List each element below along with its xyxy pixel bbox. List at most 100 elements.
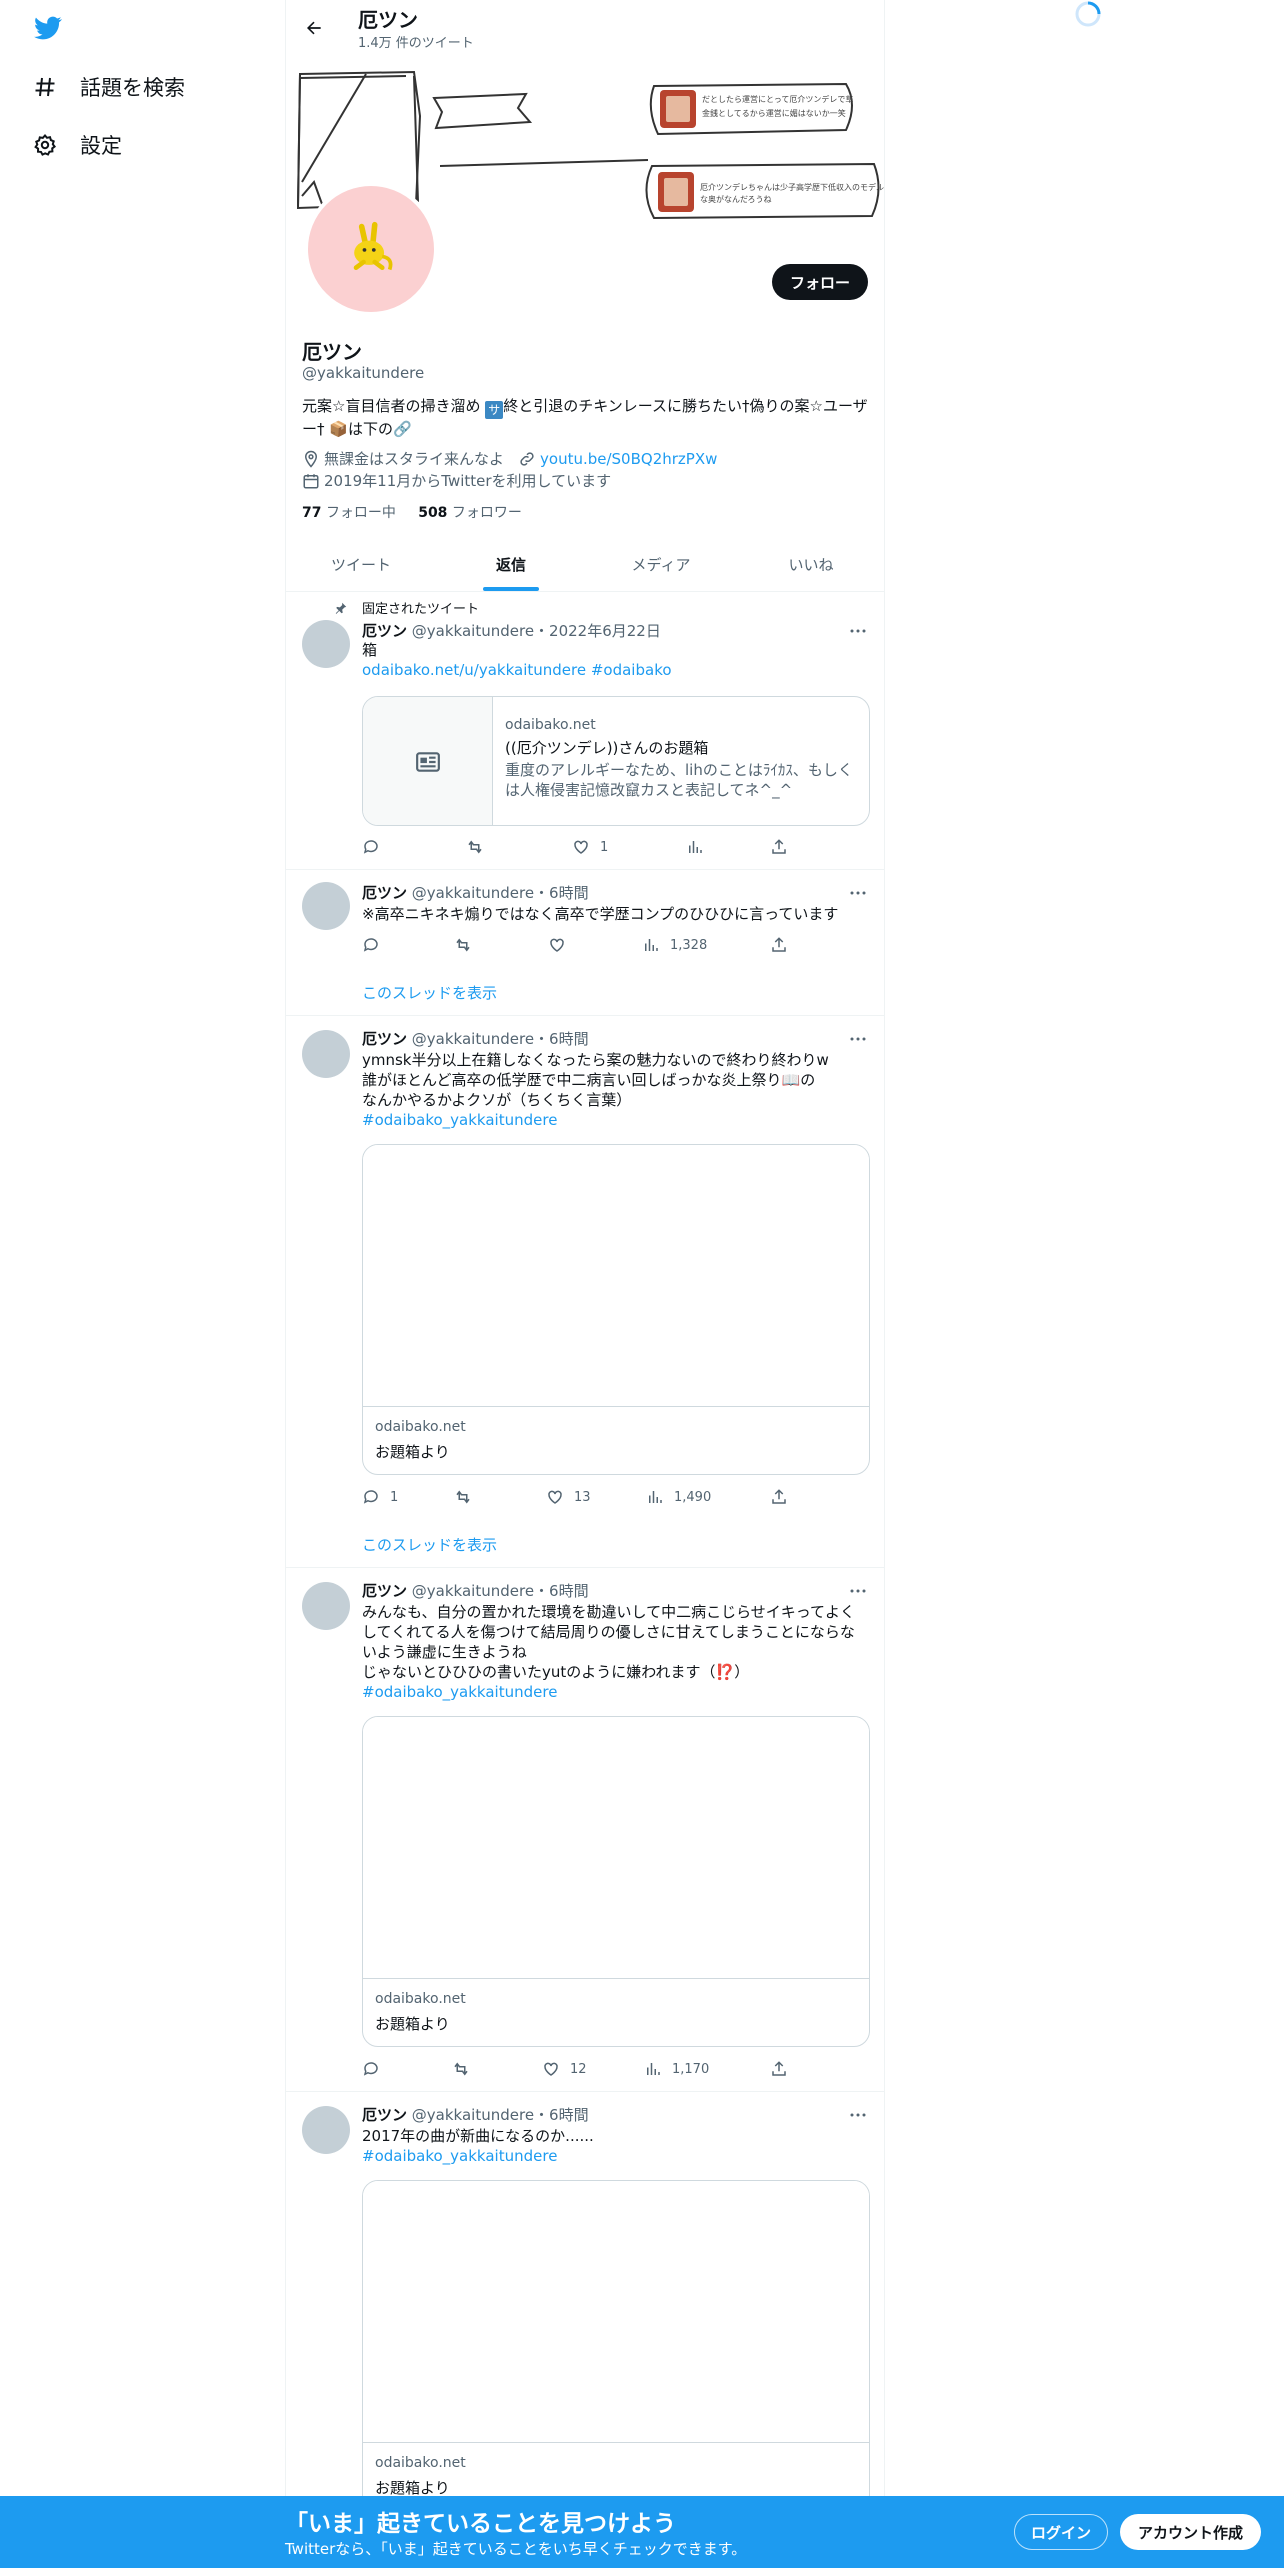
share-button[interactable]	[770, 2060, 788, 2078]
location-pin-icon	[302, 450, 320, 468]
retweet-button[interactable]	[454, 936, 472, 954]
reply-button[interactable]	[362, 2060, 380, 2078]
tweet-hashtag[interactable]: #odaibako_yakkaitundere	[362, 1111, 557, 1129]
retweet-button[interactable]	[454, 1488, 472, 1506]
card-domain: odaibako.net	[375, 1419, 466, 1435]
bottom-bar-subtitle: Twitterなら、「いま」起きていることをいち早くチェックできます。	[285, 2540, 747, 2558]
heart-icon	[550, 938, 564, 952]
profile-joined-date: 2019年11月からTwitterを利用しています	[324, 472, 612, 490]
show-thread-link[interactable]: このスレッドを表示	[362, 982, 497, 1003]
tab-media[interactable]: メディア	[586, 538, 736, 591]
sidebar-item-settings[interactable]: 設定	[30, 123, 122, 167]
profile-avatar[interactable]	[304, 182, 438, 316]
tab-tweets[interactable]: ツイート	[286, 538, 436, 591]
link-card[interactable]: odaibako.net お題箱より	[362, 2180, 870, 2511]
retweet-button[interactable]	[466, 838, 484, 856]
more-options-icon[interactable]	[846, 884, 870, 902]
bio-sa-badge: サ	[485, 401, 504, 419]
profile-handle: @yakkaitundere	[302, 364, 425, 382]
tweet-hashtag[interactable]: #odaibako_yakkaitundere	[362, 2147, 557, 2165]
link-card[interactable]: odaibako.net ((厄介ツンデレ))さんのお題箱 重度のアレルギーなた…	[362, 696, 870, 826]
tab-likes[interactable]: いいね	[736, 538, 884, 591]
signup-button[interactable]: アカウント作成	[1120, 2514, 1262, 2550]
share-icon	[772, 937, 786, 952]
header-tweet-count: 1.4万 件のツイート	[358, 36, 474, 51]
reply-button[interactable]	[362, 936, 380, 954]
profile-column: 厄ツン 1.4万 件のツイート だとしたら運営にとって厄介ツンデレで草 金銭とし…	[285, 0, 885, 2568]
like-count: 12	[570, 2061, 587, 2077]
analytics-icon	[689, 841, 702, 853]
show-thread-link[interactable]: このスレッドを表示	[362, 1534, 497, 1555]
views-count: 1,170	[672, 2061, 710, 2077]
like-button[interactable]	[548, 936, 566, 954]
share-button[interactable]	[770, 838, 788, 856]
tweet-item[interactable]: 固定されたツイート 厄ツン @yakkaitundere・2022年6月22日 …	[286, 592, 884, 870]
tweet-header: 厄ツン @yakkaitundere・6時間	[362, 2106, 589, 2124]
hashtag-icon	[30, 72, 60, 102]
tweet-avatar[interactable]	[302, 882, 350, 930]
tweet-item[interactable]: 厄ツン @yakkaitundere・6時間 ymnsk半分以上在籍しなくなった…	[286, 1016, 884, 1568]
heart-icon	[548, 1490, 562, 1504]
banner-note-1b: 金銭としてるから運営に媚はないか一笑	[702, 108, 846, 118]
views-button[interactable]: 1,490	[646, 1488, 711, 1506]
reply-icon	[363, 938, 378, 952]
like-button[interactable]: 12	[542, 2060, 587, 2078]
tweet-header: 厄ツン @yakkaitundere・6時間	[362, 1582, 589, 1600]
header-profile-name: 厄ツン	[358, 8, 418, 32]
card-title: お題箱より	[375, 2479, 450, 2497]
share-button[interactable]	[770, 936, 788, 954]
sidebar-item-explore[interactable]: 話題を検索	[30, 65, 185, 109]
link-card[interactable]: odaibako.net お題箱より	[362, 1716, 870, 2047]
tweet-avatar[interactable]	[302, 1030, 350, 1078]
retweet-button[interactable]	[452, 2060, 470, 2078]
sidebar-item-label: 話題を検索	[80, 76, 185, 100]
tweet-actions: 1 13 1,490	[362, 1488, 802, 1508]
profile-website-link[interactable]: youtu.be/S0BQ2hrzPXw	[540, 450, 717, 468]
more-options-icon[interactable]	[846, 1582, 870, 1600]
tweet-avatar[interactable]	[302, 620, 350, 668]
article-icon	[415, 752, 440, 772]
more-options-icon[interactable]	[846, 2106, 870, 2124]
tab-replies[interactable]: 返信	[436, 538, 586, 591]
heart-icon	[544, 2062, 558, 2076]
views-button[interactable]	[686, 838, 704, 856]
profile-location: 無課金はスタライ来んなよ	[324, 450, 505, 468]
views-count: 1,490	[674, 1489, 712, 1505]
like-button[interactable]: 13	[546, 1488, 591, 1506]
reply-button[interactable]	[362, 838, 380, 856]
card-title: お題箱より	[375, 1443, 450, 1461]
profile-header: 厄ツン 1.4万 件のツイート	[286, 0, 884, 56]
analytics-icon	[649, 1491, 662, 1503]
share-icon	[772, 2061, 786, 2076]
tweet-item[interactable]: 厄ツン @yakkaitundere・6時間 みんなも、自分の置かれた環境を勘違…	[286, 1568, 884, 2092]
tweet-avatar[interactable]	[302, 1582, 350, 1630]
reply-count: 1	[390, 1489, 399, 1505]
tweet-avatar[interactable]	[302, 2106, 350, 2154]
pinned-label-row: 固定されたツイート	[334, 598, 479, 617]
tweet-item[interactable]: 厄ツン @yakkaitundere・6時間 ※高卒ニキネキ煽りではなく高卒で学…	[286, 870, 884, 1016]
card-text: odaibako.net ((厄介ツンデレ))さんのお題箱 重度のアレルギーなた…	[505, 717, 861, 800]
following-link[interactable]: 77 フォロー中	[302, 505, 396, 521]
banner-note-2: 厄介ツンデレちゃんは少子高学歴下低収入のモデルみたい	[700, 182, 885, 192]
analytics-icon	[645, 939, 658, 951]
tweet-header: 厄ツン @yakkaitundere・2022年6月22日	[362, 622, 661, 640]
twitter-logo-icon[interactable]	[32, 14, 64, 42]
like-button[interactable]: 1	[572, 838, 608, 856]
link-card[interactable]: odaibako.net お題箱より	[362, 1144, 870, 1475]
tweet-link[interactable]: odaibako.net/u/yakkaitundere #odaibako	[362, 661, 672, 679]
pinned-label: 固定されたツイート	[362, 602, 480, 617]
share-button[interactable]	[770, 1488, 788, 1506]
card-thumbnail	[363, 697, 493, 825]
views-button[interactable]: 1,170	[644, 2060, 709, 2078]
bio-text-1: 元案☆盲目信者の掃き溜め	[302, 397, 486, 415]
reply-button[interactable]: 1	[362, 1488, 398, 1506]
followers-link[interactable]: 508 フォロワー	[418, 505, 522, 521]
login-button[interactable]: ログイン	[1014, 2514, 1109, 2550]
tweet-text: 箱	[362, 641, 378, 659]
back-button[interactable]	[298, 12, 330, 44]
views-button[interactable]: 1,328	[642, 936, 707, 954]
follow-button[interactable]: フォロー	[771, 264, 868, 300]
tweet-hashtag[interactable]: #odaibako_yakkaitundere	[362, 1683, 557, 1701]
more-options-icon[interactable]	[846, 1030, 870, 1048]
more-options-icon[interactable]	[846, 622, 870, 640]
